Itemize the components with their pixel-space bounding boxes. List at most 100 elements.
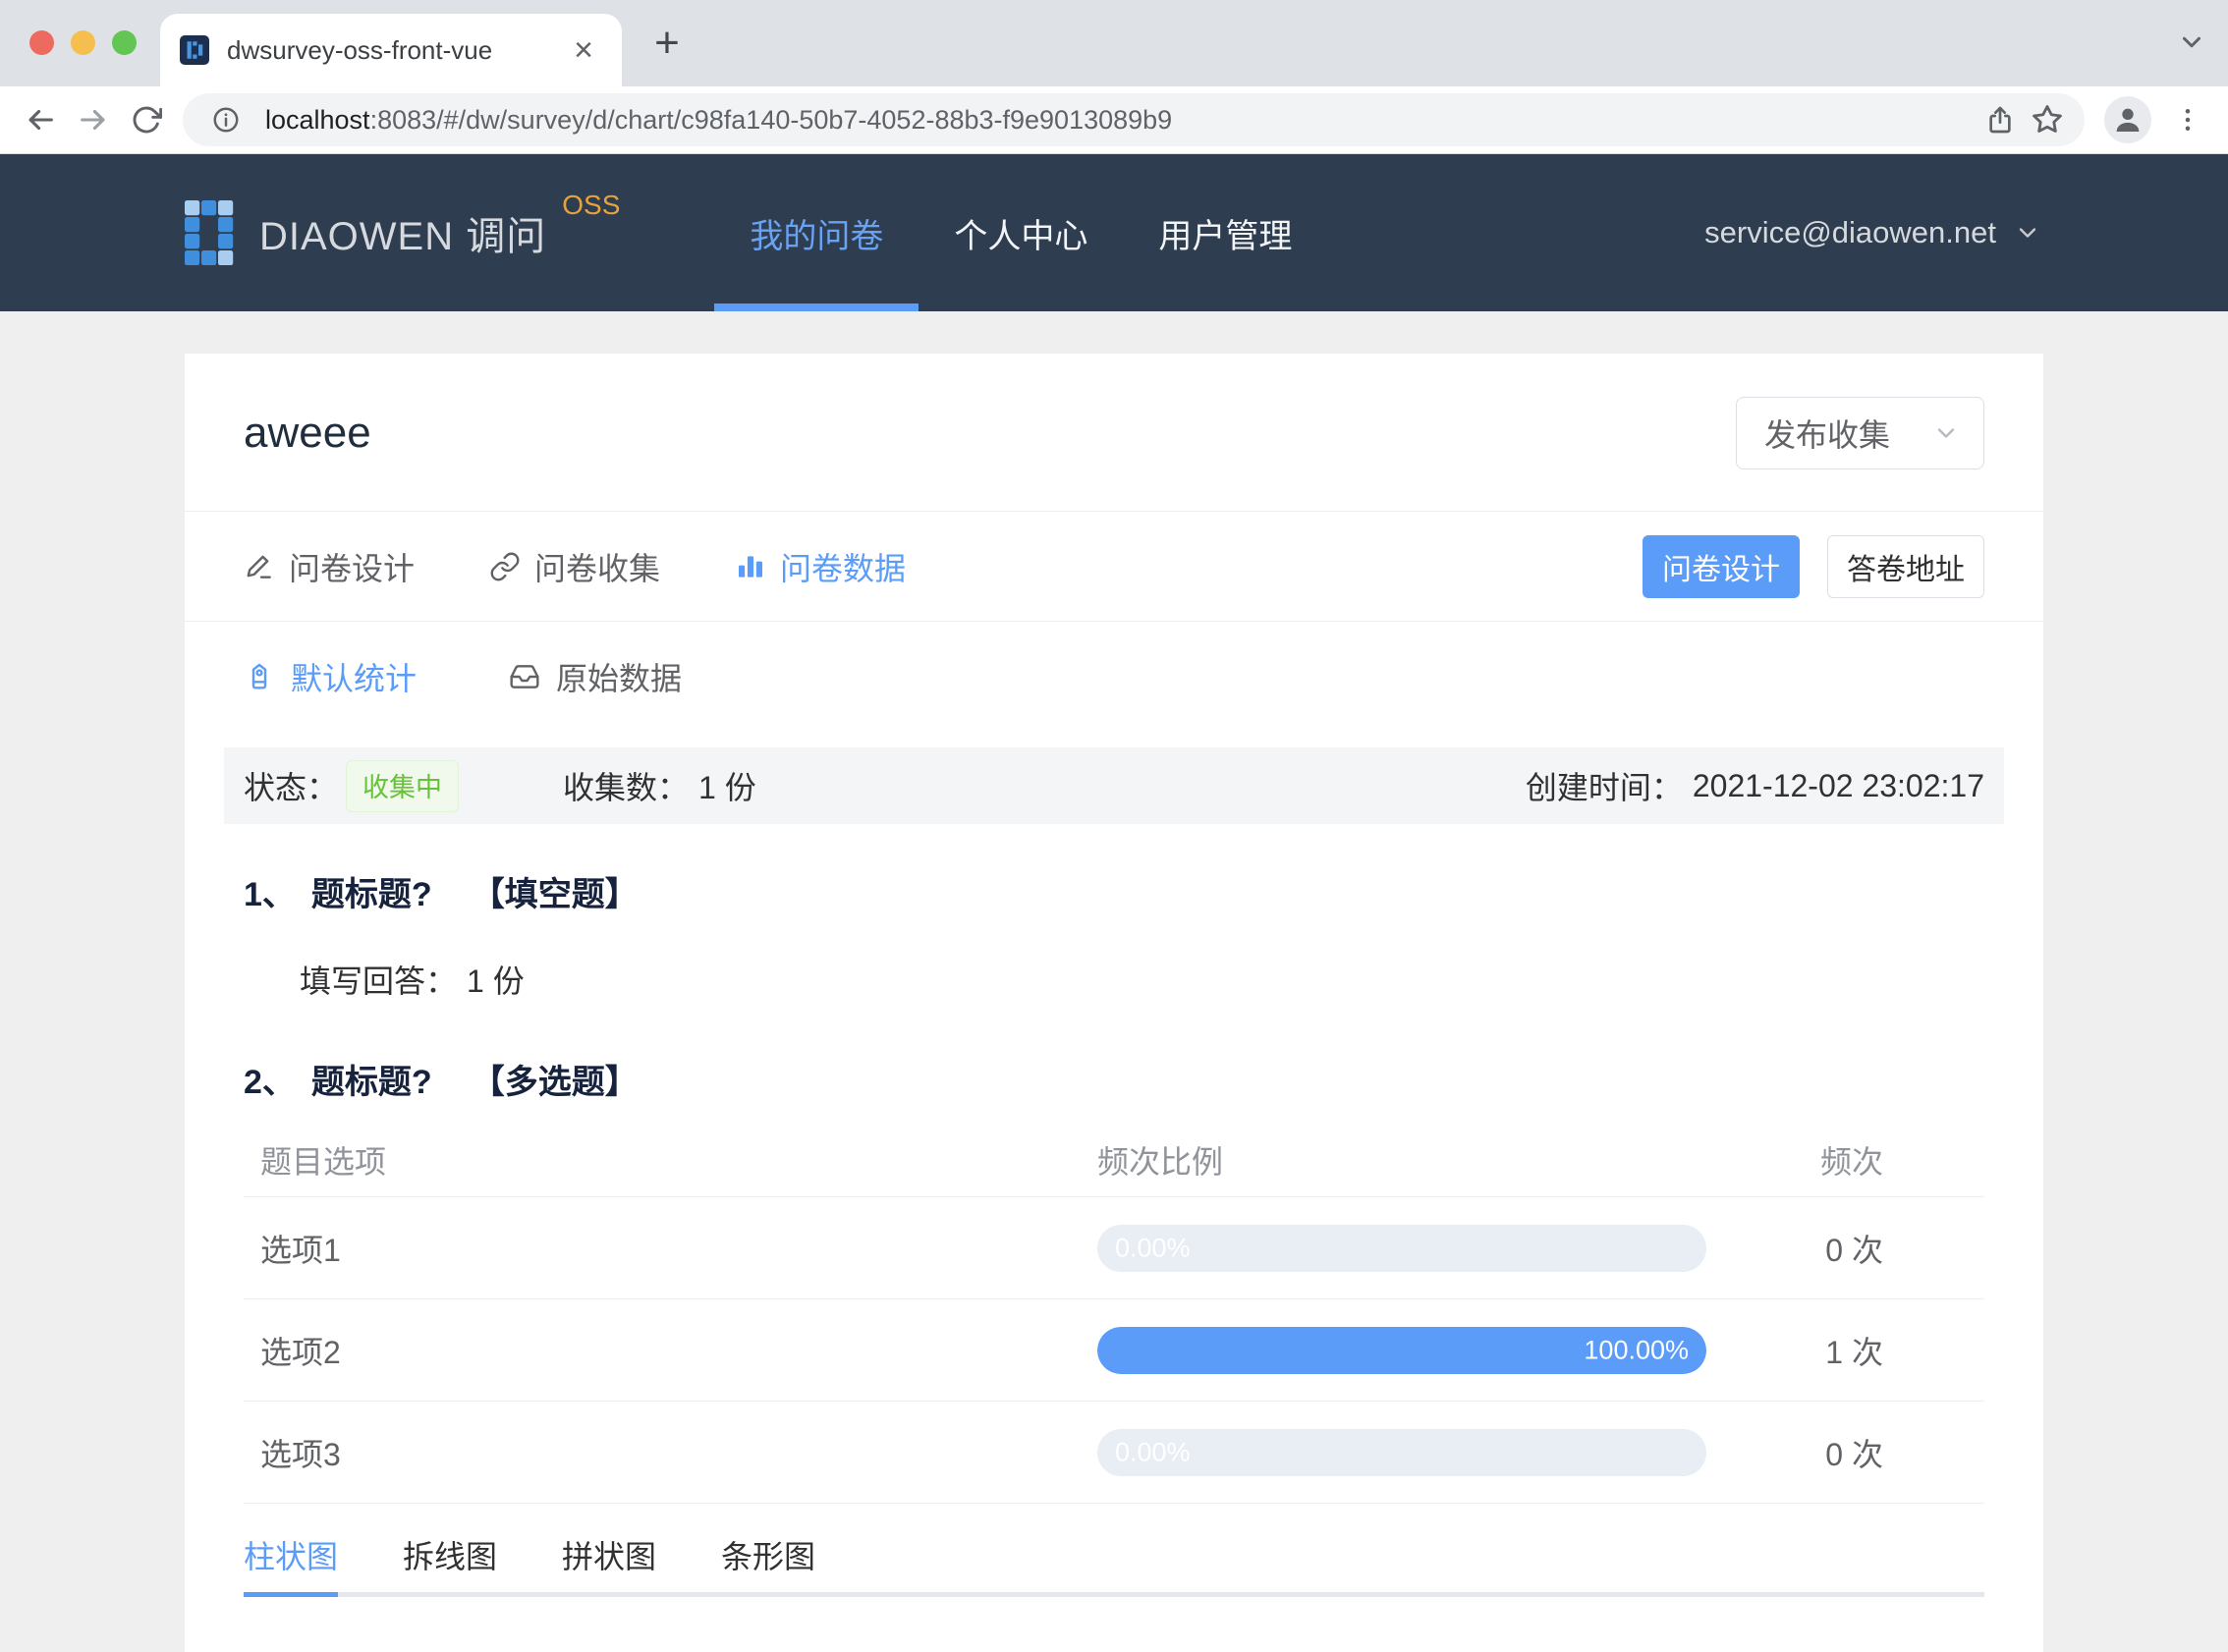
reload-icon[interactable] bbox=[120, 93, 173, 146]
progress-bar: 0.00% bbox=[1097, 1224, 1706, 1272]
browser-menu-icon[interactable] bbox=[2161, 93, 2214, 146]
window-controls bbox=[29, 30, 137, 55]
nav-item-personal-center[interactable]: 个人中心 bbox=[919, 154, 1123, 311]
brand[interactable]: DIAOWEN 调问 OSS bbox=[185, 190, 620, 265]
answer-url-button[interactable]: 答卷地址 bbox=[1827, 534, 1984, 598]
survey-design-button[interactable]: 问卷设计 bbox=[1643, 534, 1800, 598]
new-tab-button[interactable]: + bbox=[643, 19, 691, 67]
progress-bar: 100.00% bbox=[1097, 1326, 1706, 1374]
option-count: 0 次 bbox=[1825, 1436, 1883, 1472]
publish-collect-value: 发布收集 bbox=[1764, 417, 1891, 453]
nav-active-underline bbox=[714, 303, 919, 311]
status-label: 状态： bbox=[244, 770, 339, 805]
back-icon[interactable] bbox=[14, 93, 67, 146]
table-row: 选项1 0.00% 0 次 bbox=[244, 1197, 1984, 1299]
data-subtabs-row: 默认统计 原始数据 bbox=[185, 622, 2043, 732]
chart-tab-line[interactable]: 拆线图 bbox=[403, 1532, 497, 1577]
forward-icon[interactable] bbox=[67, 93, 120, 146]
table-row: 选项3 0.00% 0 次 bbox=[244, 1402, 1984, 1504]
question-type: 【多选题】 bbox=[471, 1064, 639, 1101]
tab-search-chevron-icon[interactable] bbox=[2177, 28, 2206, 57]
status-badge: 收集中 bbox=[346, 759, 460, 812]
nav-label: 用户管理 bbox=[1158, 217, 1293, 255]
subtab-label: 原始数据 bbox=[556, 661, 683, 696]
question-index: 1、 bbox=[244, 876, 296, 913]
subtab-default-stats[interactable]: 默认统计 bbox=[244, 654, 417, 699]
collected-value: 1 份 bbox=[698, 770, 756, 805]
favicon bbox=[180, 35, 209, 65]
tab-label: 问卷收集 bbox=[534, 550, 661, 586]
account-menu[interactable]: service@diaowen.net bbox=[1704, 215, 2041, 250]
option-count: 1 次 bbox=[1825, 1334, 1883, 1370]
bookmark-star-icon[interactable] bbox=[2024, 96, 2071, 143]
nav-label: 个人中心 bbox=[954, 217, 1088, 255]
nav-label: 我的问卷 bbox=[750, 217, 884, 255]
chevron-down-icon bbox=[1932, 419, 1960, 447]
column-header-ratio: 频次比例 bbox=[1097, 1143, 1224, 1180]
chart-tab-column[interactable]: 柱状图 bbox=[244, 1532, 338, 1577]
chevron-down-icon bbox=[2014, 219, 2041, 247]
browser-tabstrip: dwsurvey-oss-front-vue × + bbox=[0, 0, 2228, 86]
page-background: aweee 发布收集 问卷设计 问卷收集 问卷数据 问卷设计 答卷地址 默认统计… bbox=[0, 354, 2228, 1652]
chart-tab-list: 柱状图 拆线图 拼状图 条形图 bbox=[244, 1517, 1984, 1592]
bar-chart-icon bbox=[735, 551, 766, 582]
tab-survey-design[interactable]: 问卷设计 bbox=[244, 544, 415, 589]
site-info-icon[interactable] bbox=[202, 96, 250, 143]
address-bar[interactable]: localhost:8083/#/dw/survey/d/chart/c98fa… bbox=[183, 93, 2085, 146]
diaowen-logo-icon bbox=[185, 200, 238, 265]
subtab-label: 默认统计 bbox=[291, 661, 418, 696]
window-zoom-button[interactable] bbox=[112, 30, 137, 55]
publish-collect-select[interactable]: 发布收集 bbox=[1736, 397, 1984, 469]
answer-value: 1 份 bbox=[467, 964, 525, 999]
table-row: 选项2 100.00% 1 次 bbox=[244, 1299, 1984, 1402]
bar-percent-label: 100.00% bbox=[1584, 1335, 1689, 1364]
nav-item-user-management[interactable]: 用户管理 bbox=[1123, 154, 1327, 311]
table-header-row: 题目选项 频次比例 频次 bbox=[244, 1123, 1984, 1197]
question-index: 2、 bbox=[244, 1064, 296, 1101]
progress-bar: 0.00% bbox=[1097, 1428, 1706, 1476]
chart-tab-active-underline bbox=[244, 1592, 338, 1597]
app-header: DIAOWEN 调问 OSS 我的问卷 个人中心 用户管理 service@di… bbox=[0, 154, 2228, 311]
nav-item-my-surveys[interactable]: 我的问卷 bbox=[714, 154, 919, 311]
collected-label: 收集数： bbox=[563, 770, 690, 805]
browser-profile-avatar[interactable] bbox=[2104, 96, 2151, 143]
question-1-answer-row: 填写回答： 1 份 bbox=[300, 957, 1984, 1002]
url-host: localhost bbox=[265, 104, 370, 135]
question-2-stats-table: 题目选项 频次比例 频次 选项1 0.00% 0 次 选项2 100.00% 1… bbox=[244, 1123, 1984, 1504]
option-label: 选项3 bbox=[260, 1436, 341, 1472]
survey-tabs-row: 问卷设计 问卷收集 问卷数据 问卷设计 答卷地址 bbox=[185, 512, 2043, 622]
question-2-title: 2、 题标题? 【多选题】 bbox=[244, 1055, 1984, 1103]
bar-percent-label: 0.00% bbox=[1115, 1233, 1191, 1262]
survey-title: aweee bbox=[244, 409, 371, 457]
tab-survey-data[interactable]: 问卷数据 bbox=[735, 544, 906, 589]
survey-card: aweee 发布收集 问卷设计 问卷收集 问卷数据 问卷设计 答卷地址 默认统计… bbox=[185, 354, 2043, 1652]
url-text[interactable]: localhost:8083/#/dw/survey/d/chart/c98fa… bbox=[265, 105, 1977, 136]
link-icon bbox=[489, 551, 521, 582]
browser-tab[interactable]: dwsurvey-oss-front-vue × bbox=[160, 14, 622, 86]
tab-label: 问卷设计 bbox=[289, 550, 416, 586]
question-text: 题标题? bbox=[310, 876, 432, 913]
brand-oss-badge: OSS bbox=[562, 190, 621, 220]
share-icon[interactable] bbox=[1977, 96, 2024, 143]
option-label: 选项2 bbox=[260, 1334, 341, 1370]
created-label: 创建时间： bbox=[1525, 770, 1683, 805]
window-minimize-button[interactable] bbox=[71, 30, 95, 55]
window-close-button[interactable] bbox=[29, 30, 54, 55]
question-text: 题标题? bbox=[310, 1064, 432, 1101]
inbox-icon bbox=[509, 661, 540, 692]
main-nav: 我的问卷 个人中心 用户管理 bbox=[714, 154, 1327, 311]
tab-label: 问卷数据 bbox=[780, 550, 907, 586]
bar-percent-label: 0.00% bbox=[1115, 1437, 1191, 1466]
column-header-option: 题目选项 bbox=[260, 1143, 387, 1180]
created-value: 2021-12-02 23:02:17 bbox=[1692, 767, 1984, 803]
column-header-count: 频次 bbox=[1819, 1143, 1883, 1180]
chart-tab-pie[interactable]: 拼状图 bbox=[562, 1532, 656, 1577]
chart-type-tabs: 柱状图 拆线图 拼状图 条形图 bbox=[244, 1504, 1984, 1597]
tab-survey-collect[interactable]: 问卷收集 bbox=[489, 544, 660, 589]
tab-title: dwsurvey-oss-front-vue bbox=[227, 34, 493, 65]
chart-tab-track bbox=[244, 1592, 1984, 1597]
tab-close-icon[interactable]: × bbox=[565, 31, 602, 69]
question-1-title: 1、 题标题? 【填空题】 bbox=[244, 867, 1984, 915]
subtab-raw-data[interactable]: 原始数据 bbox=[509, 654, 682, 699]
chart-tab-bar[interactable]: 条形图 bbox=[721, 1532, 815, 1577]
